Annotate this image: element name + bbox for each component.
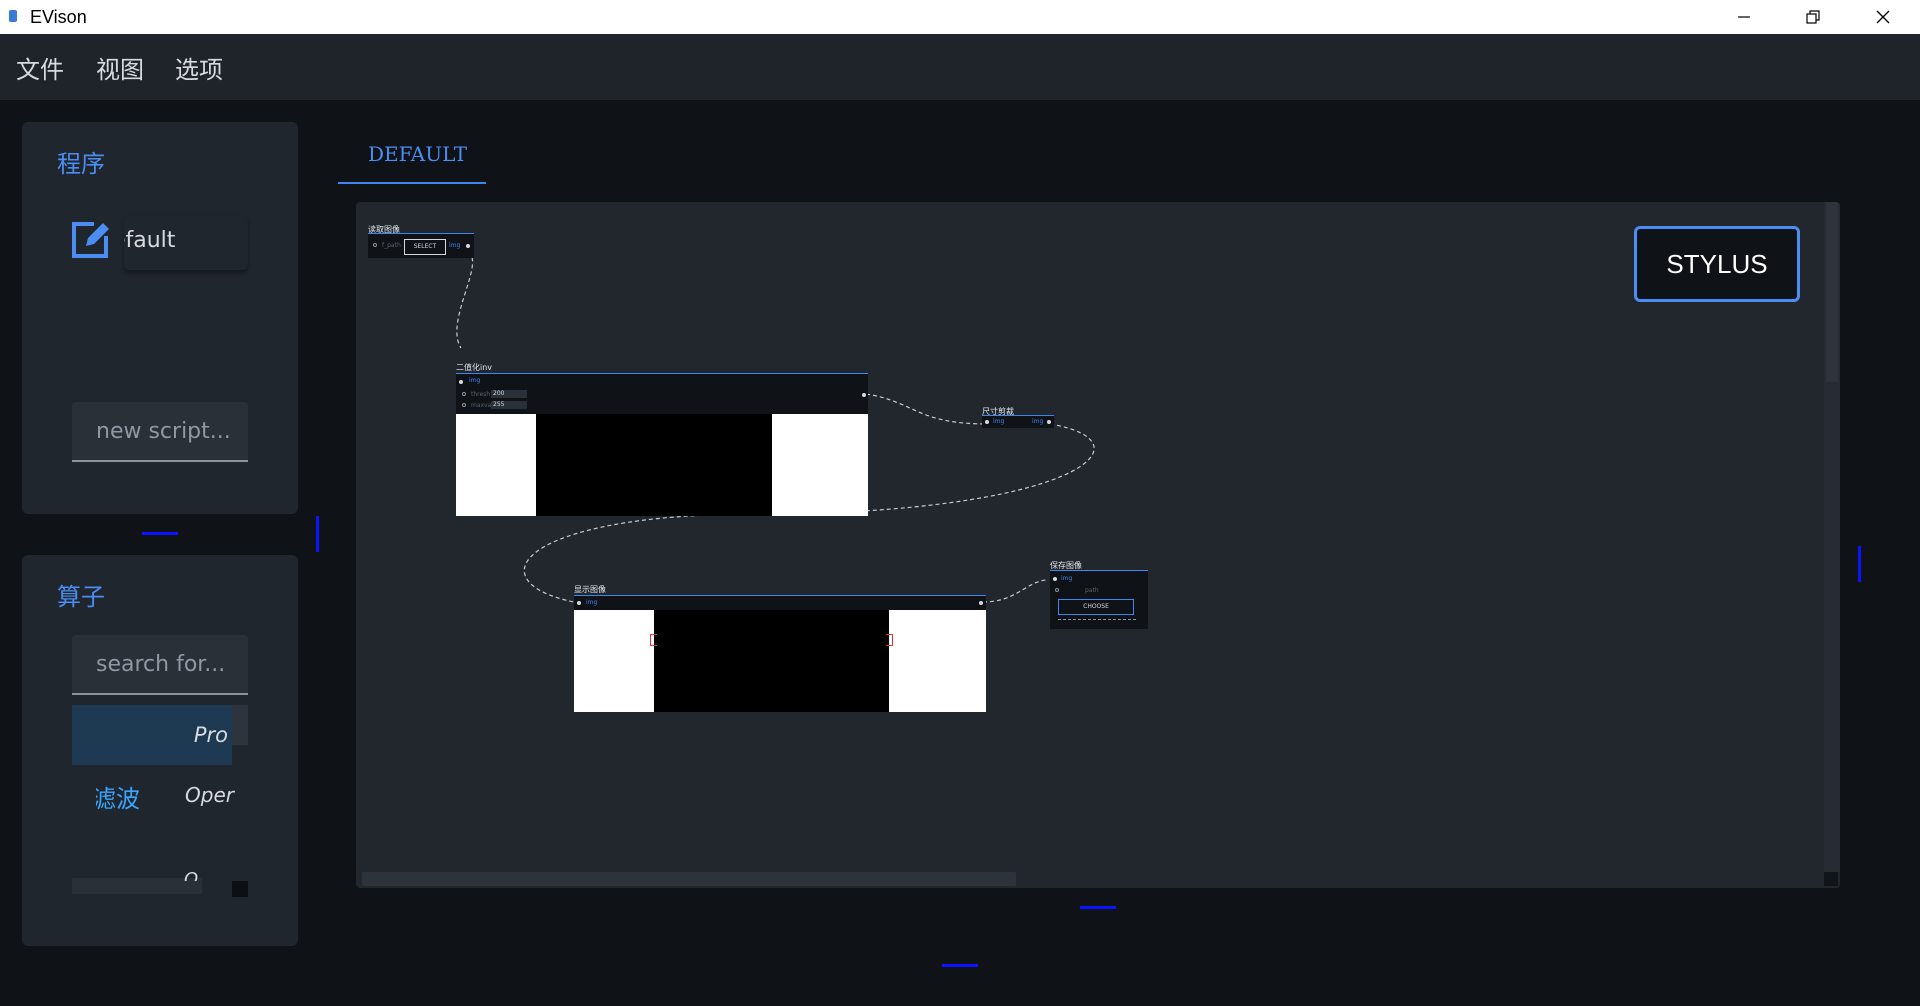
- operator-list-item[interactable]: [72, 878, 202, 894]
- input-port[interactable]: [985, 420, 989, 424]
- preview-dark-region: [536, 414, 772, 516]
- node-canvas[interactable]: 读取图像 f_path SELECT img 二值化inv img thresh…: [356, 202, 1840, 888]
- port-label: img: [586, 599, 598, 606]
- port-label: img: [449, 242, 461, 249]
- operator-panel-title: 算子: [57, 583, 105, 611]
- image-preview: [574, 610, 986, 712]
- node-resize[interactable]: 尺寸剪裁 img img: [982, 406, 1056, 430]
- image-preview: [456, 414, 868, 516]
- param-input[interactable]: 255: [491, 401, 527, 409]
- new-script-input[interactable]: new script...: [72, 402, 248, 462]
- input-port[interactable]: [459, 380, 463, 384]
- operator-list-item-selected[interactable]: Pro: [72, 705, 232, 765]
- param-radio[interactable]: [462, 403, 466, 407]
- operator-type-label: Oper: [185, 783, 234, 807]
- title-bar: EVison: [0, 0, 1920, 34]
- param-radio[interactable]: [373, 243, 377, 247]
- panel-resize-handle[interactable]: [142, 532, 178, 535]
- output-port[interactable]: [862, 393, 866, 397]
- node-connections: [456, 251, 1095, 603]
- script-item-default[interactable]: default: [124, 216, 248, 270]
- param-label: f_path: [382, 242, 401, 249]
- output-port[interactable]: [979, 601, 983, 605]
- operator-category-label: 滤波: [92, 785, 140, 813]
- param-input[interactable]: 200: [491, 390, 527, 398]
- window-title: EVison: [30, 7, 87, 27]
- close-button[interactable]: [1848, 0, 1918, 34]
- preview-dark-region: [654, 610, 889, 712]
- stylus-button[interactable]: STYLUS: [1634, 226, 1800, 302]
- param-label: path: [1085, 587, 1099, 594]
- node-binarize[interactable]: 二值化inv img thresh 200 maxval 255: [456, 362, 868, 522]
- menu-options[interactable]: 选项: [175, 50, 223, 85]
- right-resize-handle[interactable]: [1858, 546, 1861, 582]
- operator-search-input[interactable]: search for...: [72, 635, 248, 695]
- node-body: img path CHOOSE: [1050, 570, 1148, 629]
- edit-icon[interactable]: [70, 216, 114, 260]
- selection-bracket-right: [886, 634, 893, 646]
- port-label: img: [1032, 418, 1044, 425]
- node-read-image[interactable]: 读取图像 f_path SELECT img: [368, 224, 476, 264]
- list-scrollbar[interactable]: [232, 705, 248, 745]
- param-radio[interactable]: [1055, 588, 1059, 592]
- port-label: img: [469, 377, 481, 384]
- minimize-button[interactable]: [1709, 0, 1779, 34]
- output-port[interactable]: [1047, 420, 1051, 424]
- minimize-icon: [1738, 16, 1750, 18]
- menu-file[interactable]: 文件: [16, 50, 64, 85]
- connection-read-to-binarize: [456, 251, 474, 349]
- app-icon: [9, 10, 17, 22]
- param-label: thresh: [471, 391, 491, 398]
- restore-button[interactable]: [1778, 0, 1848, 34]
- connection-binarize-to-resize: [865, 393, 989, 425]
- choose-button[interactable]: CHOOSE: [1058, 599, 1134, 615]
- operator-panel: 算子 search for... Pro 滤波 Oper O: [22, 555, 298, 946]
- sidebar-resize-handle[interactable]: [316, 516, 319, 552]
- operator-list-item[interactable]: 滤波 Oper: [72, 765, 248, 825]
- list-scroll-handle[interactable]: [232, 881, 248, 897]
- select-button[interactable]: SELECT: [404, 239, 446, 255]
- bottom-resize-handle[interactable]: [942, 964, 978, 967]
- selection-bracket-left: [650, 634, 657, 646]
- restore-icon: [1806, 10, 1820, 24]
- menu-view[interactable]: 视图: [96, 50, 144, 85]
- port-label: img: [1061, 575, 1073, 582]
- tab-default-label: DEFAULT: [368, 142, 468, 166]
- connection-show-to-save: [982, 579, 1047, 603]
- node-show-image[interactable]: 显示图像 img: [574, 584, 986, 714]
- close-icon: [1876, 10, 1890, 24]
- node-title: 显示图像: [574, 585, 606, 594]
- node-body: f_path SELECT img: [368, 233, 474, 258]
- node-body: img: [574, 595, 986, 610]
- input-port[interactable]: [577, 601, 581, 605]
- node-title: 二值化inv: [456, 363, 493, 372]
- node-body: img img: [982, 415, 1054, 428]
- param-label: maxval: [471, 402, 493, 409]
- canvas-resize-handle[interactable]: [1080, 906, 1116, 909]
- tab-default[interactable]: DEFAULT: [338, 124, 486, 184]
- program-panel: 程序 default new script...: [22, 122, 298, 514]
- node-body: img thresh 200 maxval 255: [456, 373, 868, 414]
- script-item-label: default: [124, 228, 176, 253]
- operator-list-item-label: O: [184, 869, 199, 881]
- output-port[interactable]: [466, 244, 470, 248]
- input-port[interactable]: [1053, 577, 1057, 581]
- program-panel-title: 程序: [57, 150, 105, 178]
- path-field[interactable]: [1058, 619, 1136, 620]
- param-radio[interactable]: [462, 392, 466, 396]
- port-label: img: [993, 418, 1005, 425]
- node-save-image[interactable]: 保存图像 img path CHOOSE: [1050, 560, 1150, 630]
- menu-bar: [0, 34, 1920, 100]
